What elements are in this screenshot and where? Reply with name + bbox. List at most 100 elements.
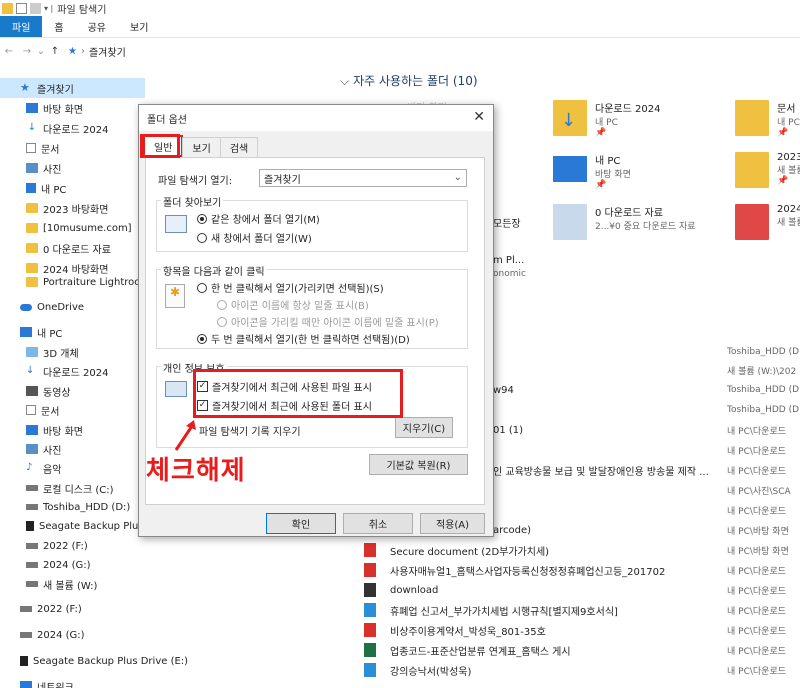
clear-button[interactable]: 지우기(C) xyxy=(395,417,453,438)
list-item[interactable]: 사용자매뉴얼1_홈택스사업자등록신청정정휴폐업신고등_201702 xyxy=(364,560,665,580)
folder-tile[interactable]: 내 PC 바탕 화면 📌 xyxy=(553,152,631,190)
sidebar-item-documents[interactable]: 문서 xyxy=(0,138,59,158)
sidebar-item-pictures[interactable]: 사진 xyxy=(0,439,61,459)
file-fragment: w94 xyxy=(493,384,514,396)
list-item[interactable]: Secure document (2D부가가치세) xyxy=(364,540,549,560)
underline-hover-radio[interactable]: 아이콘을 가리킬 때만 아이콘 이름에 밑줄 표시(P) xyxy=(217,314,439,329)
folder-icon xyxy=(735,152,769,188)
chevron-right-icon: › xyxy=(80,45,85,57)
tab-view[interactable]: 보기 xyxy=(118,16,160,37)
file-location: 내 PC\다운로드 xyxy=(727,466,787,477)
sidebar-item-videos[interactable]: 동영상 xyxy=(0,381,71,401)
tab-file[interactable]: 파일 xyxy=(0,16,43,37)
pdf-icon xyxy=(364,543,376,557)
sidebar-item-desktop[interactable]: 바탕 화면 xyxy=(0,420,83,440)
address-bar: ← → ⌄ ↑ ★ › 즐겨찾기 xyxy=(0,38,800,64)
tab-home[interactable]: 홈 xyxy=(42,16,75,37)
sidebar-item-drive[interactable]: Seagate Backup Plus Drive (E:) xyxy=(0,651,188,671)
sidebar-item-drive[interactable]: 2024 (G:) xyxy=(0,555,91,575)
title-bar: ▾ | 파일 탐색기 xyxy=(0,0,800,16)
sidebar-item-this-pc[interactable]: 내 PC xyxy=(0,178,66,198)
folder-icon xyxy=(735,204,769,240)
dialog-title: 폴더 옵션 xyxy=(147,114,187,126)
tab-view[interactable]: 보기 xyxy=(182,137,221,157)
sidebar-item-network[interactable]: 네트워크 xyxy=(0,676,74,688)
download-folder-icon: ↓ xyxy=(553,100,587,136)
folder-tile[interactable]: 2024 b새 볼륨 xyxy=(735,204,800,240)
sidebar-item-folder[interactable]: 0 다운로드 자료 xyxy=(0,238,111,258)
privacy-icon xyxy=(165,381,187,397)
folder-tile[interactable]: 0 다운로드 자료 2...¥0 중요 다운로드 자료 xyxy=(553,204,696,240)
sidebar-item-this-pc[interactable]: 내 PC xyxy=(0,322,62,342)
forward-icon[interactable]: → xyxy=(18,46,36,57)
picture-icon xyxy=(26,444,38,454)
tab-share[interactable]: 공유 xyxy=(76,16,118,37)
apply-button[interactable]: 적용(A) xyxy=(420,513,485,534)
single-click-radio[interactable]: 한 번 클릭해서 열기(가리키면 선택됨)(S) xyxy=(197,280,384,295)
list-item[interactable]: 휴폐업 신고서_부가가치세법 시행규칙[별지제9호서식] xyxy=(364,600,618,620)
sidebar-item-drive[interactable]: Toshiba_HDD (D:) xyxy=(0,497,130,517)
list-item[interactable]: download xyxy=(364,580,438,600)
tile-fragment: 모든장 xyxy=(493,218,521,230)
sidebar-item-pictures[interactable]: 사진 xyxy=(0,158,61,178)
open-new-window-radio[interactable]: 새 창에서 폴더 열기(W) xyxy=(197,230,312,245)
picture-icon xyxy=(26,163,38,173)
pdf-icon xyxy=(364,623,376,637)
sidebar-item-folder[interactable]: 2023 바탕화면 xyxy=(0,198,108,218)
tab-search[interactable]: 검색 xyxy=(219,137,259,157)
folder-tile[interactable]: 문서 내 PC 📌 xyxy=(735,100,800,138)
sidebar-item-folder[interactable]: Portraiture Lightroom xyxy=(0,272,150,292)
sidebar-item-desktop[interactable]: 바탕 화면 xyxy=(0,98,83,118)
section-header[interactable]: ⌵ 자주 사용하는 폴더 (10) xyxy=(340,72,478,89)
folder-tile[interactable]: ↓ 다운로드 2024 내 PC 📌 xyxy=(553,100,660,138)
hwp-icon xyxy=(364,603,376,617)
drive-icon xyxy=(26,562,38,568)
sidebar-item-drive[interactable]: 로컬 디스크 (C:) xyxy=(0,478,114,498)
list-item[interactable]: 강의승낙서(박성욱) xyxy=(364,660,471,680)
annotation-label: 체크해제 xyxy=(146,456,246,486)
sidebar-item-drive[interactable]: 2022 (F:) xyxy=(0,536,88,556)
restore-defaults-button[interactable]: 기본값 복원(R) xyxy=(369,454,468,475)
folder-tile[interactable]: 2023 b새 볼륨📌 xyxy=(735,152,800,188)
customize-toolbar-icon[interactable]: ▾ | xyxy=(44,4,53,13)
sidebar-item-downloads[interactable]: ↓ 다운로드 2024 xyxy=(0,118,109,138)
star-icon: ★ xyxy=(20,81,30,94)
drive-icon xyxy=(26,581,38,587)
list-item[interactable]: 비상주이용계약서_박성욱_801-35호 xyxy=(364,620,546,640)
document-icon xyxy=(26,405,36,415)
sidebar-item-documents[interactable]: 문서 xyxy=(0,400,59,420)
close-icon[interactable]: ✕ xyxy=(473,109,485,125)
dialog-title-bar: 폴더 옵션 xyxy=(139,105,493,131)
drive-icon xyxy=(26,521,34,531)
file-location: 내 PC\다운로드 xyxy=(727,626,787,637)
sidebar-item-drive[interactable]: Seagate Backup Plus D xyxy=(0,516,154,536)
sidebar-item-favorites[interactable]: ★ 즐겨찾기 xyxy=(0,78,145,98)
sidebar-item-downloads[interactable]: ↓ 다운로드 2024 xyxy=(0,361,108,381)
sidebar-item-folder[interactable]: [10musume.com] xyxy=(0,218,132,238)
back-icon[interactable]: ← xyxy=(0,46,18,57)
sidebar-item-drive[interactable]: 새 볼륨 (W:) xyxy=(0,574,97,594)
cube-icon xyxy=(26,347,38,357)
open-explorer-dropdown[interactable]: 즐겨찾기 ⌄ xyxy=(259,169,467,187)
sidebar-item-drive[interactable]: 2022 (F:) xyxy=(0,599,82,619)
recent-locations-icon[interactable]: ⌄ xyxy=(36,46,46,57)
sidebar-item-3d-objects[interactable]: 3D 개체 xyxy=(0,342,79,362)
drive-icon xyxy=(26,543,38,549)
tile-fragment: onomic xyxy=(493,269,526,279)
new-folder-icon[interactable] xyxy=(30,2,41,14)
file-location: 내 PC\사진\SCA xyxy=(727,486,791,497)
sidebar-item-drive[interactable]: 2024 (G:) xyxy=(0,625,85,645)
list-item[interactable]: 업종코드-표준산업분류 연계표_홈택스 게시 xyxy=(364,640,571,660)
up-icon[interactable]: ↑ xyxy=(46,46,64,57)
breadcrumb[interactable]: ★ › 즐겨찾기 xyxy=(68,44,126,59)
properties-icon[interactable] xyxy=(16,2,27,14)
pc-icon xyxy=(553,156,587,182)
sidebar-item-onedrive[interactable]: OneDrive xyxy=(0,297,84,317)
double-click-radio[interactable]: 두 번 클릭해서 열기(한 번 클릭하면 선택됨)(D) xyxy=(197,331,410,346)
sidebar-item-music[interactable]: ♪ 음악 xyxy=(0,458,61,478)
open-same-window-radio[interactable]: 같은 창에서 폴더 열기(M) xyxy=(197,211,320,226)
download-icon: ↓ xyxy=(27,122,37,133)
ok-button[interactable]: 확인 xyxy=(266,513,336,534)
cancel-button[interactable]: 취소 xyxy=(343,513,413,534)
underline-always-radio[interactable]: 아이콘 이름에 항상 밑줄 표시(B) xyxy=(217,297,369,312)
